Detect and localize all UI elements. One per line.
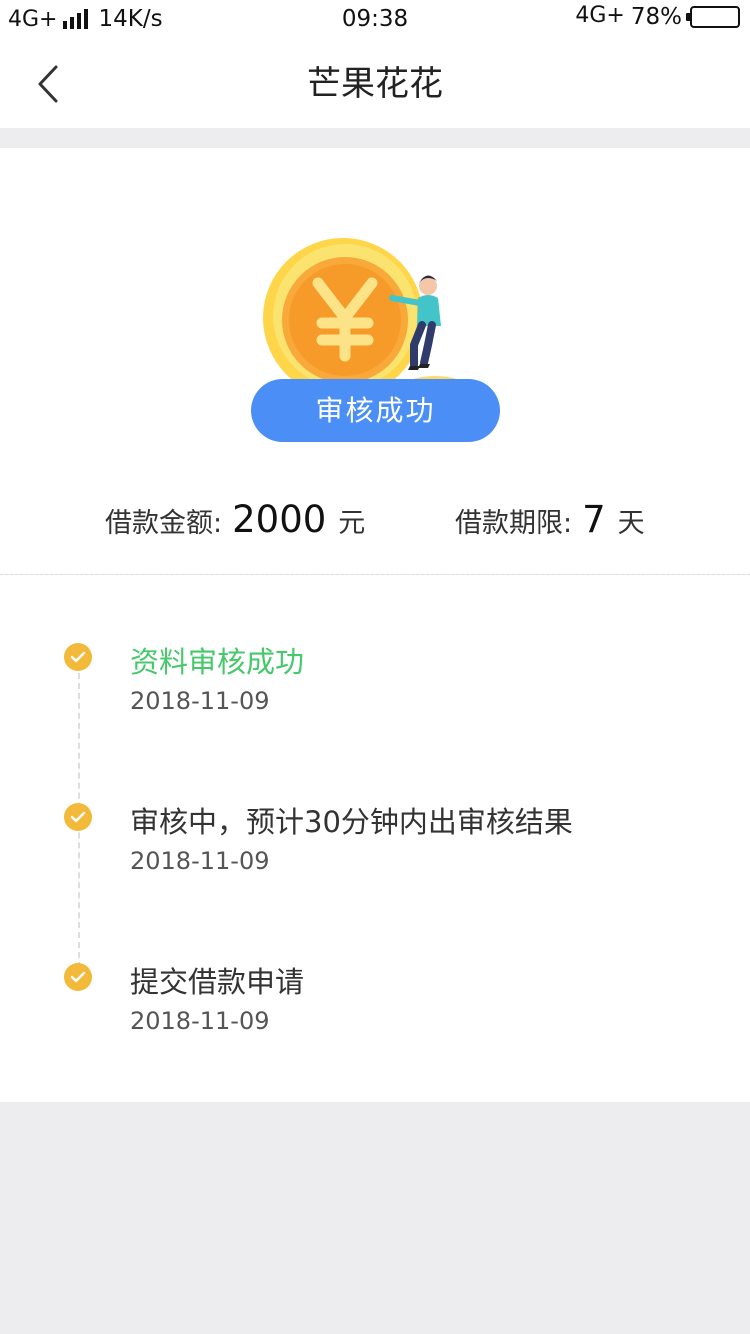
chevron-left-icon bbox=[38, 65, 58, 103]
battery-percent: 78% bbox=[630, 4, 682, 30]
timeline-item-title: 提交借款申请 bbox=[130, 965, 305, 999]
nav-bar: 芒果花花 bbox=[0, 40, 750, 128]
battery-icon bbox=[686, 6, 740, 28]
loan-term-value: 7 bbox=[582, 498, 606, 541]
page-title: 芒果花花 bbox=[307, 64, 443, 104]
loan-amount: 借款金额: 2000 元 bbox=[105, 498, 365, 541]
loan-info-row: 借款金额: 2000 元 借款期限: 7 天 bbox=[0, 498, 750, 550]
loan-amount-unit: 元 bbox=[338, 508, 366, 539]
check-circle-icon bbox=[64, 643, 92, 671]
loan-amount-label: 借款金额: bbox=[105, 508, 223, 539]
progress-timeline: 资料审核成功 2018-11-09 审核中，预计30分钟内出审核结果 2018-… bbox=[0, 575, 750, 1102]
check-circle-icon bbox=[64, 963, 92, 991]
check-circle-icon bbox=[64, 803, 92, 831]
status-bar: 4G+ 14K/s 09:38 4G+ 78% bbox=[0, 0, 750, 40]
loan-term-label: 借款期限: bbox=[455, 508, 573, 539]
timeline-item-title: 审核中，预计30分钟内出审核结果 bbox=[130, 805, 573, 839]
loan-term-unit: 天 bbox=[617, 508, 645, 539]
timeline-item: 资料审核成功 2018-11-09 bbox=[0, 575, 750, 715]
review-result-card: 审核成功 借款金额: 2000 元 借款期限: 7 天 bbox=[0, 148, 750, 574]
timeline-item-date: 2018-11-09 bbox=[130, 847, 270, 875]
timeline-item-title: 资料审核成功 bbox=[130, 645, 305, 679]
back-button[interactable] bbox=[24, 60, 72, 108]
review-status-badge: 审核成功 bbox=[251, 379, 500, 442]
loan-term: 借款期限: 7 天 bbox=[455, 498, 645, 541]
timeline-item: 审核中，预计30分钟内出审核结果 2018-11-09 bbox=[0, 735, 750, 875]
timeline-item-date: 2018-11-09 bbox=[130, 687, 270, 715]
network-type-secondary: 4G+ bbox=[575, 2, 625, 28]
timeline-item-date: 2018-11-09 bbox=[130, 1007, 270, 1035]
loan-amount-value: 2000 bbox=[232, 498, 327, 541]
status-right: 4G+ 78% bbox=[575, 2, 740, 30]
timeline-item: 提交借款申请 2018-11-09 bbox=[0, 895, 750, 1035]
